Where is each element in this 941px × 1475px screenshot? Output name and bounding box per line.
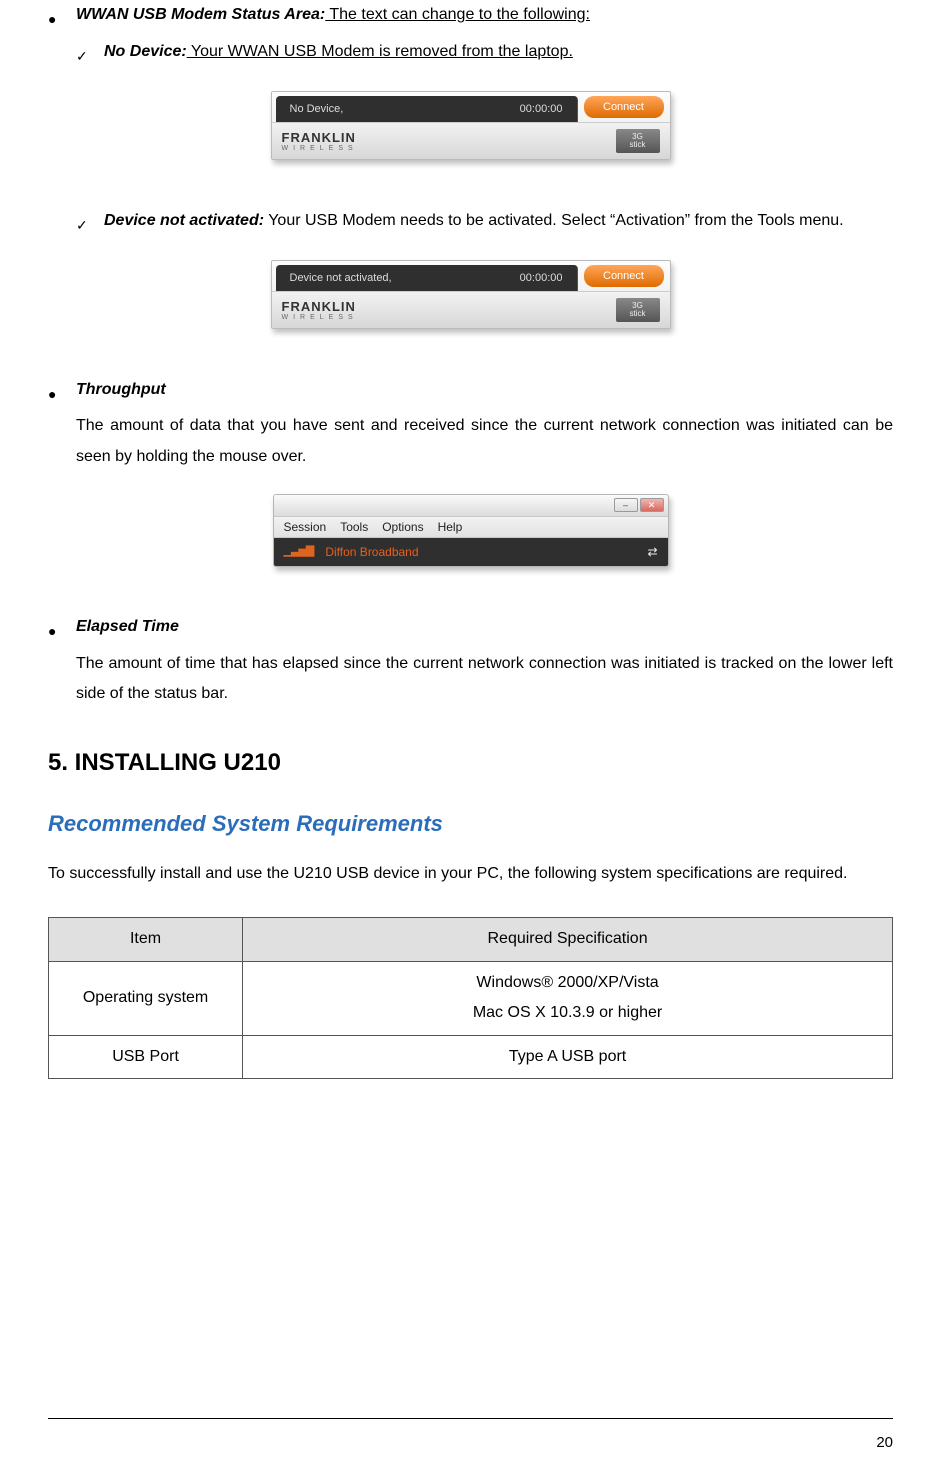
menu-options[interactable]: Options — [382, 521, 423, 533]
check-not-activated: ✓ Device not activated: Your USB Modem n… — [76, 206, 893, 239]
connect-label: Connect — [603, 102, 644, 113]
figure-modem-no-device: No Device, 00:00:00 Connect FRANKLIN WIR… — [48, 91, 893, 171]
menu-session[interactable]: Session — [284, 521, 327, 533]
no-device-content: No Device: Your WWAN USB Modem is remove… — [104, 37, 893, 67]
not-activated-label: Device not activated: — [104, 212, 264, 229]
figure-modem-not-activated: Device not activated, 00:00:00 Connect F… — [48, 260, 893, 340]
menu-help[interactable]: Help — [438, 521, 463, 533]
td-usb-label: USB Port — [49, 1035, 243, 1078]
modem-status-bar: No Device, 00:00:00 — [276, 96, 578, 122]
footer-divider — [48, 1418, 893, 1419]
modem-timer: 00:00:00 — [520, 104, 563, 115]
td-usb-spec: Type A USB port — [243, 1035, 893, 1078]
th-spec: Required Specification — [243, 918, 893, 961]
stick-badge-icon: 3G stick — [616, 129, 660, 153]
badge-bot: stick — [630, 141, 646, 149]
no-device-label: No Device: — [104, 43, 187, 60]
brand-sub: WIRELESS — [282, 145, 358, 152]
os-line2: Mac OS X 10.3.9 or higher — [253, 998, 882, 1028]
td-os-label: Operating system — [49, 961, 243, 1035]
stick-badge-icon: 3G stick — [616, 298, 660, 322]
modem-widget: Device not activated, 00:00:00 Connect F… — [271, 260, 671, 329]
brand-name: FRANKLIN — [282, 131, 358, 144]
page-number: 20 — [876, 1429, 893, 1458]
check-no-device: ✓ No Device: Your WWAN USB Modem is remo… — [76, 37, 893, 70]
elapsed-text: The amount of time that has elapsed sinc… — [76, 649, 893, 710]
heading-installing: 5. INSTALLING U210 — [48, 740, 893, 786]
transfer-icon: ⇄ — [647, 546, 657, 558]
check-icon: ✓ — [76, 206, 104, 239]
td-os-spec: Windows® 2000/XP/Vista Mac OS X 10.3.9 o… — [243, 961, 893, 1035]
carrier-name: Diffon Broadband — [325, 546, 418, 558]
wwan-title-bold: WWAN USB Modem Status Area: — [76, 6, 325, 23]
throughput-title: Throughput — [76, 375, 893, 405]
signal-icon: ▁▃▅▇ — [284, 546, 314, 557]
modem-timer: 00:00:00 — [520, 273, 563, 284]
table-row: USB Port Type A USB port — [49, 1035, 893, 1078]
figure-app-window: – ✕ Session Tools Options Help ▁▃▅▇ Diff… — [48, 494, 893, 578]
modem-widget: No Device, 00:00:00 Connect FRANKLIN WIR… — [271, 91, 671, 160]
badge-bot: stick — [630, 310, 646, 318]
elapsed-content: Elapsed Time — [76, 612, 893, 642]
menu-tools[interactable]: Tools — [340, 521, 368, 533]
elapsed-title: Elapsed Time — [76, 612, 893, 642]
requirements-intro: To successfully install and use the U210… — [48, 859, 893, 889]
not-activated-content: Device not activated: Your USB Modem nee… — [104, 206, 893, 236]
brand-name: FRANKLIN — [282, 300, 358, 313]
minimize-icon: – — [623, 501, 628, 510]
not-activated-text: Your USB Modem needs to be activated. Se… — [264, 212, 844, 229]
brand-block: FRANKLIN WIRELESS — [282, 300, 358, 321]
table-row: Operating system Windows® 2000/XP/Vista … — [49, 961, 893, 1035]
connect-button[interactable]: Connect — [584, 96, 664, 118]
bullet-dot-icon: ● — [48, 0, 76, 33]
modem-status-text: Device not activated, — [290, 273, 392, 284]
bullet-dot-icon: ● — [48, 375, 76, 408]
bullet-wwan-status: ● WWAN USB Modem Status Area: The text c… — [48, 0, 893, 33]
minimize-button[interactable]: – — [614, 498, 638, 512]
close-icon: ✕ — [648, 501, 656, 510]
modem-status-bar: Device not activated, 00:00:00 — [276, 265, 578, 291]
no-device-text: Your WWAN USB Modem is removed from the … — [187, 43, 573, 60]
heading-requirements: Recommended System Requirements — [48, 803, 893, 845]
titlebar: – ✕ — [274, 495, 668, 517]
table-header-row: Item Required Specification — [49, 918, 893, 961]
menubar: Session Tools Options Help — [274, 517, 668, 538]
connect-button[interactable]: Connect — [584, 265, 664, 287]
bullet-wwan-content: WWAN USB Modem Status Area: The text can… — [76, 0, 893, 30]
app-status-bar: ▁▃▅▇ Diffon Broadband ⇄ — [274, 538, 668, 566]
brand-block: FRANKLIN WIRELESS — [282, 131, 358, 152]
throughput-text: The amount of data that you have sent an… — [76, 411, 893, 472]
bullet-elapsed: ● Elapsed Time — [48, 612, 893, 645]
close-button[interactable]: ✕ — [640, 498, 664, 512]
connect-label: Connect — [603, 271, 644, 282]
app-window: – ✕ Session Tools Options Help ▁▃▅▇ Diff… — [273, 494, 669, 567]
modem-status-text: No Device, — [290, 104, 344, 115]
th-item: Item — [49, 918, 243, 961]
throughput-content: Throughput — [76, 375, 893, 405]
os-line1: Windows® 2000/XP/Vista — [253, 968, 882, 998]
wwan-title-rest: The text can change to the following: — [325, 6, 590, 23]
bullet-dot-icon: ● — [48, 612, 76, 645]
requirements-table: Item Required Specification Operating sy… — [48, 917, 893, 1079]
check-icon: ✓ — [76, 37, 104, 70]
brand-sub: WIRELESS — [282, 314, 358, 321]
bullet-throughput: ● Throughput — [48, 375, 893, 408]
